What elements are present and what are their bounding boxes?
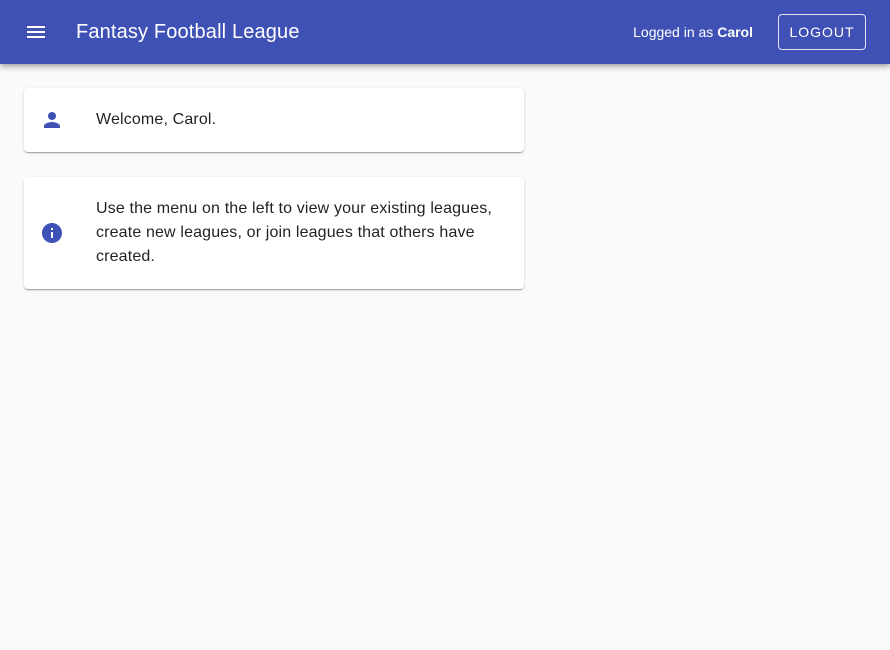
menu-button[interactable] (12, 8, 60, 56)
app-bar: Fantasy Football League Logged in as Car… (0, 0, 890, 64)
logged-in-username: Carol (717, 24, 753, 40)
info-icon (40, 221, 64, 245)
app-title: Fantasy Football League (76, 21, 300, 43)
login-status: Logged in as Carol (633, 0, 753, 64)
person-icon (40, 108, 64, 132)
welcome-card: Welcome, Carol. (24, 88, 524, 152)
info-message: Use the menu on the left to view your ex… (96, 200, 493, 265)
info-card: Use the menu on the left to view your ex… (24, 177, 524, 289)
logout-button[interactable]: LOGOUT (778, 14, 866, 50)
welcome-message: Welcome, Carol. (96, 111, 217, 128)
login-prefix: Logged in as (633, 24, 718, 40)
menu-icon (27, 26, 45, 38)
